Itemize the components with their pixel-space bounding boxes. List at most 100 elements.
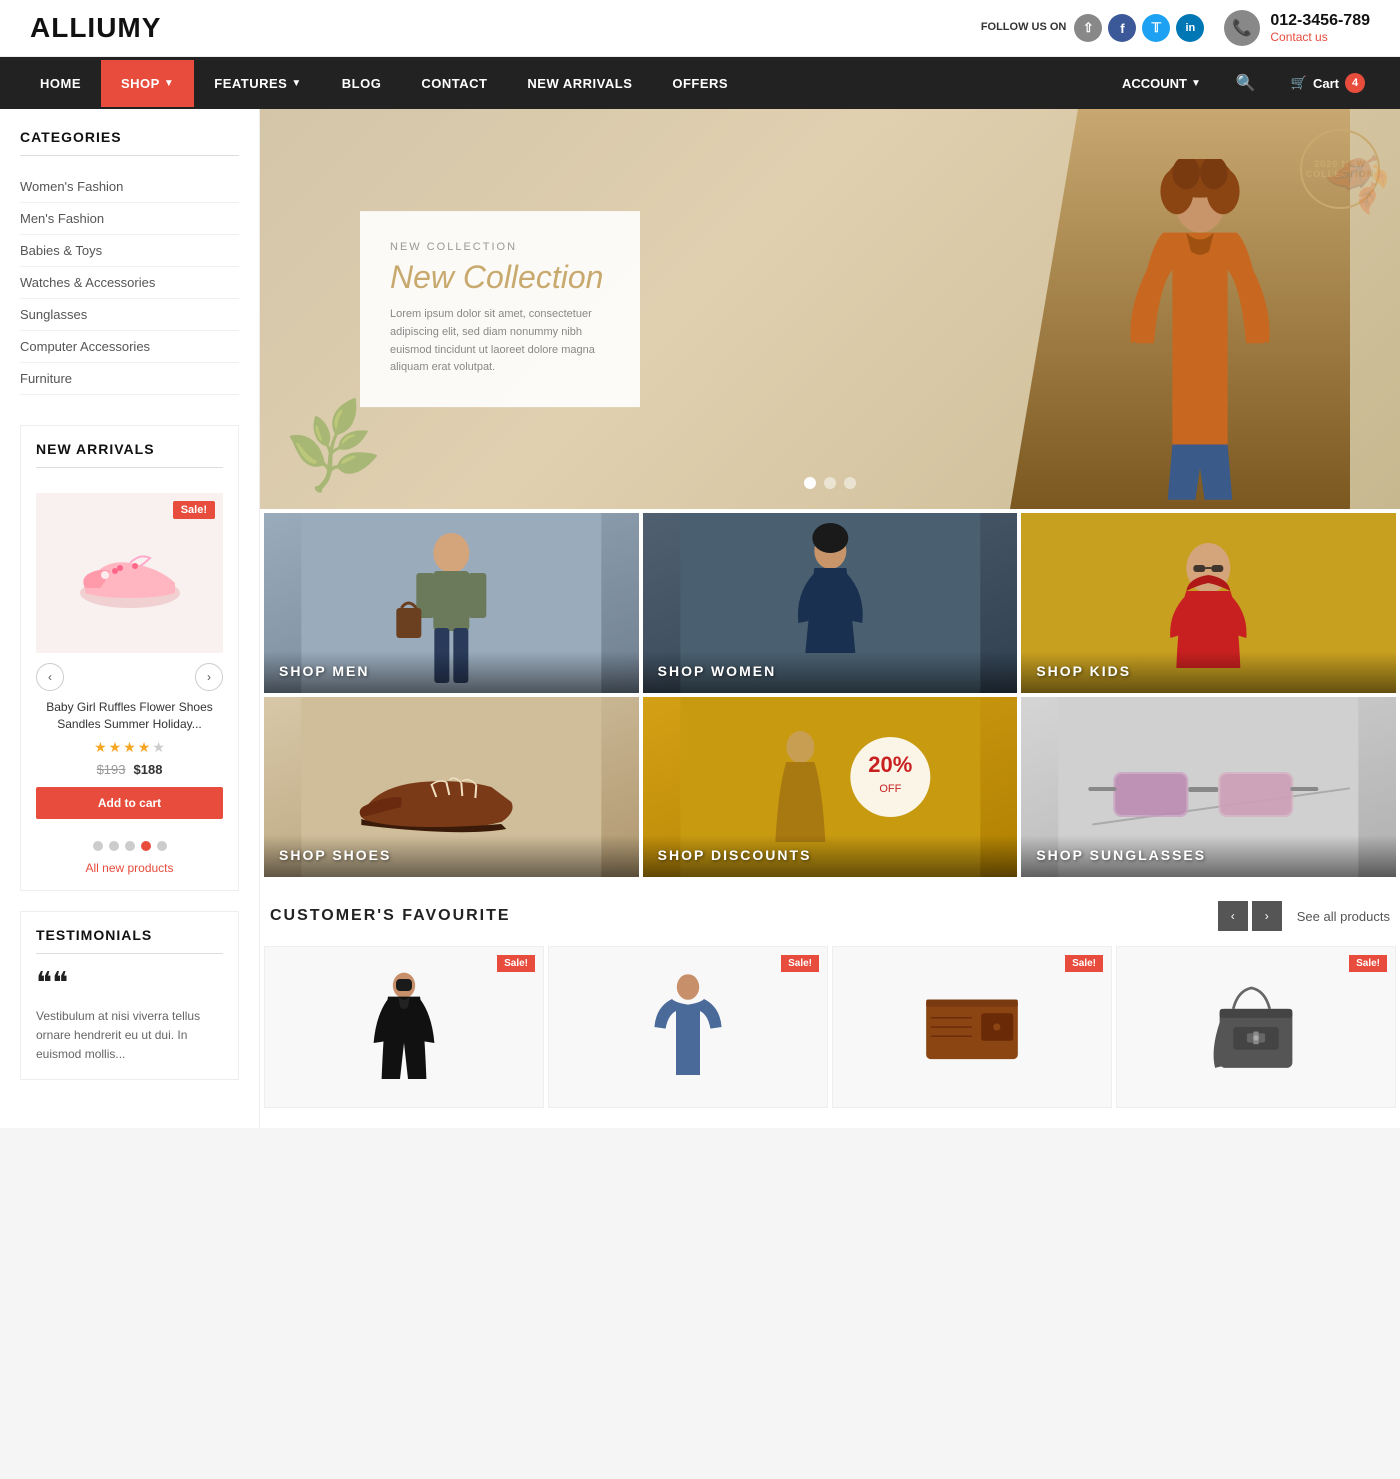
shop-shoes-label: SHOP SHOES bbox=[279, 847, 391, 863]
account-menu[interactable]: ACCOUNT ▼ bbox=[1107, 60, 1216, 107]
top-bar: ALLIUMY FOLLOW US ON ⇧ f 𝕋 in 📞 012-3456… bbox=[0, 0, 1400, 57]
new-arrivals-title: NEW ARRIVALS bbox=[36, 441, 223, 468]
dot-2 bbox=[109, 841, 119, 851]
shop-grid: SHOP MEN SHOP WOMEN bbox=[260, 509, 1400, 881]
product-stars: ★ ★ ★ ★ ★ bbox=[36, 739, 223, 756]
product-4-sale-badge: Sale! bbox=[1349, 955, 1387, 972]
tshirt-svg bbox=[648, 962, 728, 1092]
customer-products-row: Sale! Sale! bbox=[260, 946, 1400, 1128]
nav-new-arrivals[interactable]: NEW ARRIVALS bbox=[507, 60, 652, 107]
see-all-link[interactable]: See all products bbox=[1297, 909, 1390, 924]
cart-label: Cart bbox=[1313, 76, 1339, 91]
features-chevron-icon: ▼ bbox=[291, 78, 301, 89]
sidebar: CATEGORIES Women's Fashion Men's Fashion… bbox=[0, 109, 260, 1128]
customer-favourite-header: CUSTOMER'S FAVOURITE ‹ › See all product… bbox=[260, 881, 1400, 946]
nav-features[interactable]: FEATURES ▼ bbox=[194, 60, 322, 107]
product-title: Baby Girl Ruffles Flower Shoes Sandles S… bbox=[36, 699, 223, 733]
category-item-watches[interactable]: Watches & Accessories bbox=[20, 267, 239, 299]
product-1-sale-badge: Sale! bbox=[497, 955, 535, 972]
star-2: ★ bbox=[109, 739, 122, 756]
price-block: $193 $188 bbox=[36, 762, 223, 777]
star-1: ★ bbox=[94, 739, 107, 756]
category-item-sunglasses[interactable]: Sunglasses bbox=[20, 299, 239, 331]
hero-carousel-dots bbox=[804, 477, 856, 489]
svg-text:OFF: OFF bbox=[879, 783, 901, 795]
product-shoe-image bbox=[70, 523, 190, 623]
category-list: Women's Fashion Men's Fashion Babies & T… bbox=[20, 171, 239, 395]
customer-favourite-title: CUSTOMER'S FAVOURITE bbox=[270, 907, 1203, 925]
category-item-womens[interactable]: Women's Fashion bbox=[20, 171, 239, 203]
shop-chevron-icon: ▼ bbox=[164, 78, 174, 89]
star-5: ★ bbox=[152, 739, 165, 756]
categories-title: CATEGORIES bbox=[20, 129, 239, 156]
product-card-3: Sale! bbox=[832, 946, 1112, 1108]
shop-sunglasses-label: SHOP SUNGLASSES bbox=[1036, 847, 1206, 863]
sale-badge: Sale! bbox=[173, 501, 215, 519]
nav-home[interactable]: HOME bbox=[20, 60, 101, 107]
testimonials-title: TESTIMONIALS bbox=[36, 927, 223, 954]
product-2-sale-badge: Sale! bbox=[781, 955, 819, 972]
favourite-nav-buttons: ‹ › bbox=[1218, 901, 1282, 931]
shop-shoes-card[interactable]: SHOP SHOES bbox=[264, 697, 639, 877]
share-icon[interactable]: ⇧ bbox=[1074, 14, 1102, 42]
shop-kids-label: SHOP KIDS bbox=[1036, 663, 1131, 679]
category-item-furniture[interactable]: Furniture bbox=[20, 363, 239, 395]
shop-men-card[interactable]: SHOP MEN bbox=[264, 513, 639, 693]
testimonials-box: TESTIMONIALS ❝❝ Vestibulum at nisi viver… bbox=[20, 911, 239, 1081]
shop-kids-card[interactable]: SHOP KIDS bbox=[1021, 513, 1396, 693]
shop-men-label: SHOP MEN bbox=[279, 663, 369, 679]
product-carousel: Sale! ‹ › bbox=[36, 483, 223, 829]
facebook-icon[interactable]: f bbox=[1108, 14, 1136, 42]
carousel-dots bbox=[36, 841, 223, 851]
hero-dot-1 bbox=[804, 477, 816, 489]
follow-us-section: FOLLOW US ON ⇧ f 𝕋 in bbox=[981, 14, 1205, 42]
product-3-sale-badge: Sale! bbox=[1065, 955, 1103, 972]
carousel-next-btn[interactable]: › bbox=[195, 663, 223, 691]
shop-women-label: SHOP WOMEN bbox=[658, 663, 777, 679]
product-1-image: Sale! bbox=[265, 947, 543, 1107]
twitter-icon[interactable]: 𝕋 bbox=[1142, 14, 1170, 42]
phone-icon: 📞 bbox=[1224, 10, 1260, 46]
nav-offers[interactable]: OFFERS bbox=[652, 60, 748, 107]
shop-sunglasses-card[interactable]: SHOP SUNGLASSES bbox=[1021, 697, 1396, 877]
hero-dot-3 bbox=[844, 477, 856, 489]
account-chevron-icon: ▼ bbox=[1191, 78, 1201, 89]
brand-logo: ALLIUMY bbox=[30, 12, 161, 44]
search-button[interactable]: 🔍 bbox=[1221, 57, 1271, 109]
product-4-image: Sale! bbox=[1117, 947, 1395, 1107]
hero-title: New Collection bbox=[390, 258, 610, 296]
shop-shoes-overlay: SHOP SHOES bbox=[264, 835, 639, 877]
shop-discounts-card[interactable]: 20% OFF SHOP DISCOUNTS bbox=[643, 697, 1018, 877]
cart-button[interactable]: 🛒 Cart 4 bbox=[1276, 63, 1380, 103]
carousel-prev-btn[interactable]: ‹ bbox=[36, 663, 64, 691]
favourite-prev-btn[interactable]: ‹ bbox=[1218, 901, 1248, 931]
add-to-cart-btn[interactable]: Add to cart bbox=[36, 787, 223, 819]
phone-info: 012-3456-789 Contact us bbox=[1270, 12, 1370, 44]
contact-us-link[interactable]: Contact us bbox=[1270, 30, 1370, 44]
nav-contact[interactable]: CONTACT bbox=[401, 60, 507, 107]
star-3: ★ bbox=[123, 739, 136, 756]
linkedin-icon[interactable]: in bbox=[1176, 14, 1204, 42]
category-item-babies[interactable]: Babies & Toys bbox=[20, 235, 239, 267]
main-content: 🌿 New Collection New Collection Lorem ip… bbox=[260, 109, 1400, 1128]
nav-blog[interactable]: BLOG bbox=[322, 60, 402, 107]
social-icons-group: ⇧ f 𝕋 in bbox=[1074, 14, 1204, 42]
category-item-mens[interactable]: Men's Fashion bbox=[20, 203, 239, 235]
all-products-link[interactable]: All new products bbox=[36, 861, 223, 875]
category-item-computer[interactable]: Computer Accessories bbox=[20, 331, 239, 363]
hero-description: Lorem ipsum dolor sit amet, consectetuer… bbox=[390, 307, 610, 377]
wallet-svg bbox=[917, 982, 1027, 1072]
product-card-4: Sale! bbox=[1116, 946, 1396, 1108]
testimonial-text: Vestibulum at nisi viverra tellus ornare… bbox=[36, 1007, 223, 1065]
dot-4 bbox=[141, 841, 151, 851]
cart-icon: 🛒 bbox=[1291, 75, 1307, 91]
product-image: Sale! bbox=[36, 493, 223, 653]
follow-label: FOLLOW US ON bbox=[981, 21, 1067, 34]
shop-women-card[interactable]: SHOP WOMEN bbox=[643, 513, 1018, 693]
new-arrivals-box: NEW ARRIVALS Sale! bbox=[20, 425, 239, 891]
favourite-next-btn[interactable]: › bbox=[1252, 901, 1282, 931]
nav-shop[interactable]: SHOP ▼ bbox=[101, 60, 194, 107]
shop-women-overlay: SHOP WOMEN bbox=[643, 651, 1018, 693]
shop-men-overlay: SHOP MEN bbox=[264, 651, 639, 693]
old-price: $193 bbox=[97, 762, 126, 777]
